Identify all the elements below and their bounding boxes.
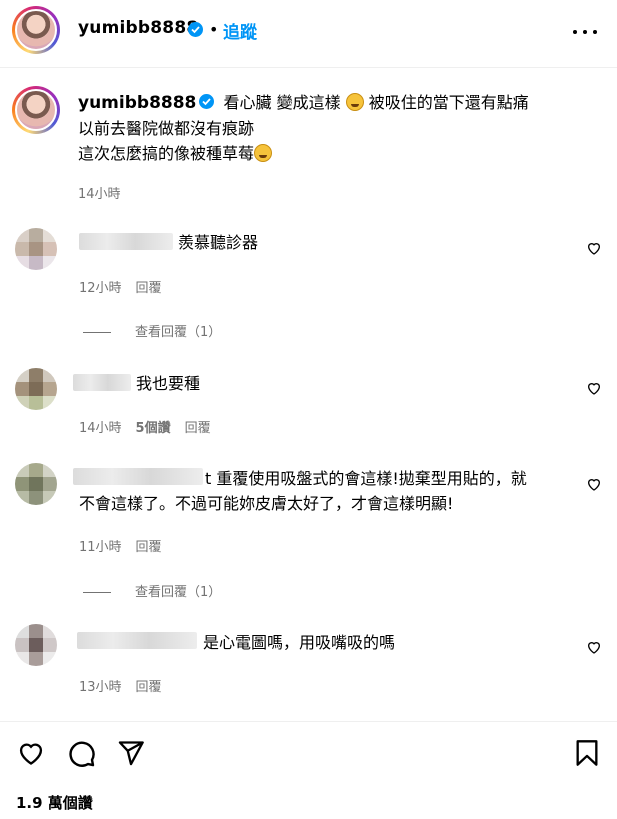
caption-text-part1: 看心臟 變成這樣: [223, 93, 341, 112]
bookmark-icon[interactable]: [575, 739, 599, 767]
grinning-squint-emoji: [345, 93, 364, 111]
comment-time[interactable]: 13小時: [79, 680, 122, 695]
caption-line2: 以前去醫院做都沒有痕跡: [78, 119, 255, 138]
author-avatar[interactable]: [12, 6, 60, 54]
comment-time[interactable]: 14小時: [79, 421, 122, 436]
heart-icon[interactable]: [586, 476, 602, 492]
comment-meta: 13小時 回覆: [79, 676, 176, 695]
comment-text: t 重覆使用吸盤式的會這樣!拋棄型用貼的，就: [205, 469, 527, 488]
comment-avatar[interactable]: [15, 228, 57, 270]
reply-button[interactable]: 回覆: [136, 281, 162, 296]
comment-icon[interactable]: [67, 739, 96, 768]
comment-avatar[interactable]: [15, 463, 57, 505]
post-header: yumibb8888 • 追蹤: [0, 0, 617, 68]
verified-badge-icon: [199, 94, 215, 109]
caption-username[interactable]: yumibb8888: [78, 93, 196, 113]
comment-text: 羨慕聽診器: [178, 233, 259, 252]
follow-button[interactable]: 追蹤: [223, 18, 257, 43]
view-replies-button[interactable]: 查看回覆（1）: [83, 581, 221, 600]
comment-username-blurred[interactable]: [73, 374, 131, 391]
post-like-count[interactable]: 1.9 萬個讚: [16, 792, 93, 813]
comment-username-blurred[interactable]: [79, 233, 173, 250]
author-username[interactable]: yumibb8888: [78, 18, 198, 38]
view-replies-button[interactable]: 查看回覆（1）: [83, 321, 221, 340]
comment-time[interactable]: 11小時: [79, 540, 122, 555]
comment-text: 我也要種: [136, 374, 201, 393]
comment-time[interactable]: 12小時: [79, 281, 122, 296]
comment-text-line2: 不會這樣了。不過可能妳皮膚太好了，才會這樣明顯!: [79, 494, 454, 513]
comment-avatar[interactable]: [15, 368, 57, 410]
comment-meta: 12小時 回覆: [79, 277, 176, 296]
comment-text: 是心電圖嗎，用吸嘴吸的嗎: [203, 633, 396, 652]
reply-button[interactable]: 回覆: [136, 680, 162, 695]
caption-text-part2: 被吸住的當下還有點痛: [368, 93, 529, 112]
heart-icon[interactable]: [586, 380, 602, 396]
reply-button[interactable]: 回覆: [136, 540, 162, 555]
heart-icon[interactable]: [586, 639, 602, 655]
post-timestamp[interactable]: 14小時: [78, 183, 121, 202]
header-separator: •: [209, 20, 219, 39]
comment-username-blurred[interactable]: [77, 632, 197, 649]
share-icon[interactable]: [117, 739, 145, 767]
caption-line3: 這次怎麼搞的像被種草莓: [78, 144, 255, 163]
comment-avatar[interactable]: [15, 624, 57, 666]
heart-icon[interactable]: [586, 240, 602, 256]
caption-avatar[interactable]: [12, 86, 60, 134]
comment-username-blurred[interactable]: [73, 468, 203, 485]
smiling-emoji: [254, 144, 273, 162]
heart-icon[interactable]: [16, 739, 46, 767]
comment-likes[interactable]: 5個讚: [136, 421, 171, 436]
comment-meta: 14小時 5個讚 回覆: [79, 417, 225, 436]
more-options-icon[interactable]: [572, 22, 598, 42]
comment-meta: 11小時 回覆: [79, 536, 176, 555]
post-caption: yumibb8888 看心臟 變成這樣 被吸住的當下還有點痛 以前去醫院做都沒有…: [78, 90, 588, 166]
verified-badge-icon: [188, 22, 203, 37]
reply-button[interactable]: 回覆: [185, 421, 211, 436]
